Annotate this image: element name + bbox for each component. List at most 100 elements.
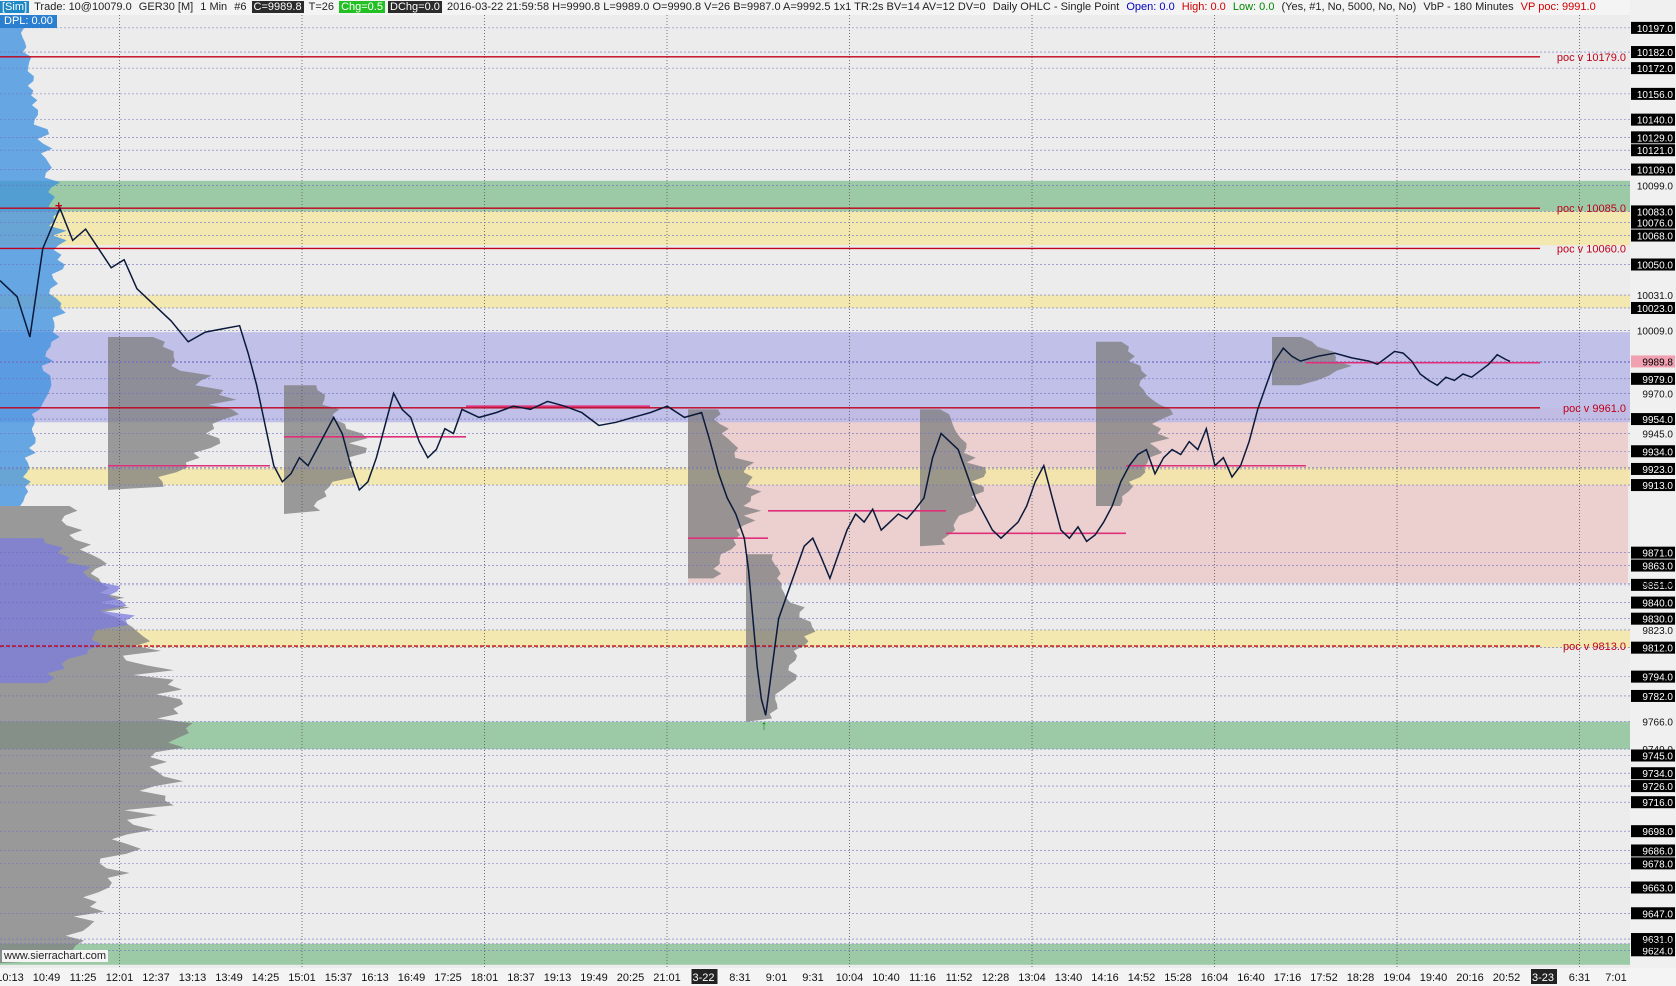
trade-info: Trade: 10@10079.0 <box>34 1 132 13</box>
price-tag: 10031.0 <box>1637 291 1674 302</box>
interval-label[interactable]: 1 Min <box>198 1 229 13</box>
price-tag: 9782.0 <box>1642 692 1673 703</box>
time-tick: 20:16 <box>1456 972 1484 984</box>
time-tick: 20:25 <box>617 972 645 984</box>
time-tick: 14:16 <box>1091 972 1119 984</box>
price-tag: 10121.0 <box>1637 146 1674 157</box>
price-chart[interactable]: poc v 10179.0 poc v 10085.0 poc v 10060.0 p… <box>0 0 1676 986</box>
price-tag: 9945.0 <box>1642 430 1673 441</box>
price-tag: 9840.0 <box>1642 599 1673 610</box>
time-tick: 12:28 <box>982 972 1010 984</box>
price-tag: 10099.0 <box>1637 182 1674 193</box>
price-tag: 9726.0 <box>1642 782 1673 793</box>
time-tick: 10:04 <box>836 972 864 984</box>
daily-change-value: DChg=0.0 <box>388 1 442 13</box>
zone-yellow <box>0 629 1630 648</box>
time-tick: 12:37 <box>142 972 170 984</box>
low-value: Low: 0.0 <box>1232 1 1275 13</box>
zone-green <box>0 721 1630 750</box>
poc-label: poc v 10085.0 <box>1557 203 1626 215</box>
time-tick: 15:37 <box>325 972 353 984</box>
time-tick: 19:04 <box>1383 972 1411 984</box>
poc-label: poc v 10060.0 <box>1557 243 1626 255</box>
time-tick: 10:40 <box>872 972 900 984</box>
time-tick: 15:28 <box>1164 972 1192 984</box>
time-tick: 18:01 <box>471 972 499 984</box>
price-tag: 10129.0 <box>1637 133 1674 144</box>
price-tag: 9678.0 <box>1642 859 1673 870</box>
price-tag: 10050.0 <box>1637 261 1674 272</box>
time-tick: 18:37 <box>507 972 535 984</box>
open-value: Open: 0.0 <box>1126 1 1175 13</box>
poc-label: poc v 9961.0 <box>1563 403 1626 415</box>
price-tag: 9794.0 <box>1642 673 1673 684</box>
time-tick: 11:52 <box>946 972 973 984</box>
price-tag: 9628.0 <box>1642 940 1673 951</box>
price-tag: 10156.0 <box>1637 90 1674 101</box>
dpl-label: DPL: 0.00 <box>0 15 57 28</box>
price-tag: 9716.0 <box>1642 798 1673 809</box>
price-tag: 9852.0 <box>1642 579 1673 590</box>
high-value: High: 0.0 <box>1181 1 1226 13</box>
time-tick: 6:31 <box>1569 972 1590 984</box>
sim-badge: [Sim] <box>0 1 30 13</box>
zone-yellow <box>0 467 1630 486</box>
brand-watermark: www.sierrachart.com <box>2 950 109 962</box>
price-tag: 10172.0 <box>1637 64 1674 75</box>
time-tick: 11:16 <box>909 972 936 984</box>
time-tick: 16:13 <box>361 972 389 984</box>
time-tick: 17:52 <box>1310 972 1338 984</box>
time-tick: 16:04 <box>1201 972 1229 984</box>
study-params: (Yes, #1, No, 5000, No, No) <box>1281 1 1417 13</box>
time-tick: 20:52 <box>1493 972 1521 984</box>
poc-label: poc v 9813.0 <box>1563 641 1626 653</box>
time-tick: 3-23 <box>1532 972 1554 984</box>
time-tick: 19:13 <box>544 972 572 984</box>
time-tick: 9:01 <box>766 972 787 984</box>
price-tag: 10140.0 <box>1637 116 1674 127</box>
poc-label: poc v 10179.0 <box>1557 52 1626 64</box>
close-value: C=9989.8 <box>251 1 304 13</box>
price-tag: 9863.0 <box>1642 562 1673 573</box>
time-tick: 17:16 <box>1274 972 1302 984</box>
study-name: Daily OHLC - Single Point <box>992 1 1120 13</box>
price-tag: 9934.0 <box>1642 447 1673 458</box>
price-tag: 9913.0 <box>1642 481 1673 492</box>
chart-number: #6 <box>234 1 247 13</box>
price-tag: 9745.0 <box>1642 752 1673 763</box>
price-tag: 9686.0 <box>1642 846 1673 857</box>
swing-low-arrow-icon: ↑ <box>761 717 768 732</box>
time-tick: 18:28 <box>1347 972 1375 984</box>
time-tick: 12:01 <box>106 972 134 984</box>
price-tag: 9830.0 <box>1642 615 1673 626</box>
price-tag: 9698.0 <box>1642 827 1673 838</box>
price-tag: 10023.0 <box>1637 304 1674 315</box>
time-tick: 16:49 <box>398 972 426 984</box>
price-tag: 10182.0 <box>1637 48 1674 59</box>
trades-value: T=26 <box>308 1 335 13</box>
price-tag: 9663.0 <box>1642 884 1673 895</box>
time-tick: 3-22 <box>692 972 714 984</box>
price-tag: 10076.0 <box>1637 219 1674 230</box>
chart-header-bar: [Sim] Trade: 10@10079.0 GER30 [M] 1 Min … <box>0 0 1630 15</box>
time-tick: 10:49 <box>33 972 61 984</box>
time-tick: 21:01 <box>653 972 681 984</box>
time-tick: 8:31 <box>729 972 750 984</box>
price-tag: 9766.0 <box>1642 718 1673 729</box>
time-tick: 11:25 <box>70 972 97 984</box>
time-tick: 13:40 <box>1055 972 1083 984</box>
price-tag: 9647.0 <box>1642 909 1673 920</box>
price-tag: 10009.0 <box>1637 327 1674 338</box>
symbol-label[interactable]: GER30 [M] <box>137 1 195 13</box>
price-tag: 9871.0 <box>1642 549 1673 560</box>
price-tag: 9989.8 <box>1642 357 1673 368</box>
time-tick: 19:40 <box>1420 972 1448 984</box>
price-tag: 10197.0 <box>1637 24 1674 35</box>
bar-info: 2016-03-22 21:59:58 H=9990.8 L=9989.0 O=… <box>446 1 986 13</box>
price-tag: 10109.0 <box>1637 166 1674 177</box>
price-tag: 9979.0 <box>1642 375 1673 386</box>
time-tick: 19:49 <box>580 972 608 984</box>
price-tag: 9734.0 <box>1642 769 1673 780</box>
time-tick: 15:01 <box>288 972 316 984</box>
time-tick: 14:25 <box>252 972 280 984</box>
